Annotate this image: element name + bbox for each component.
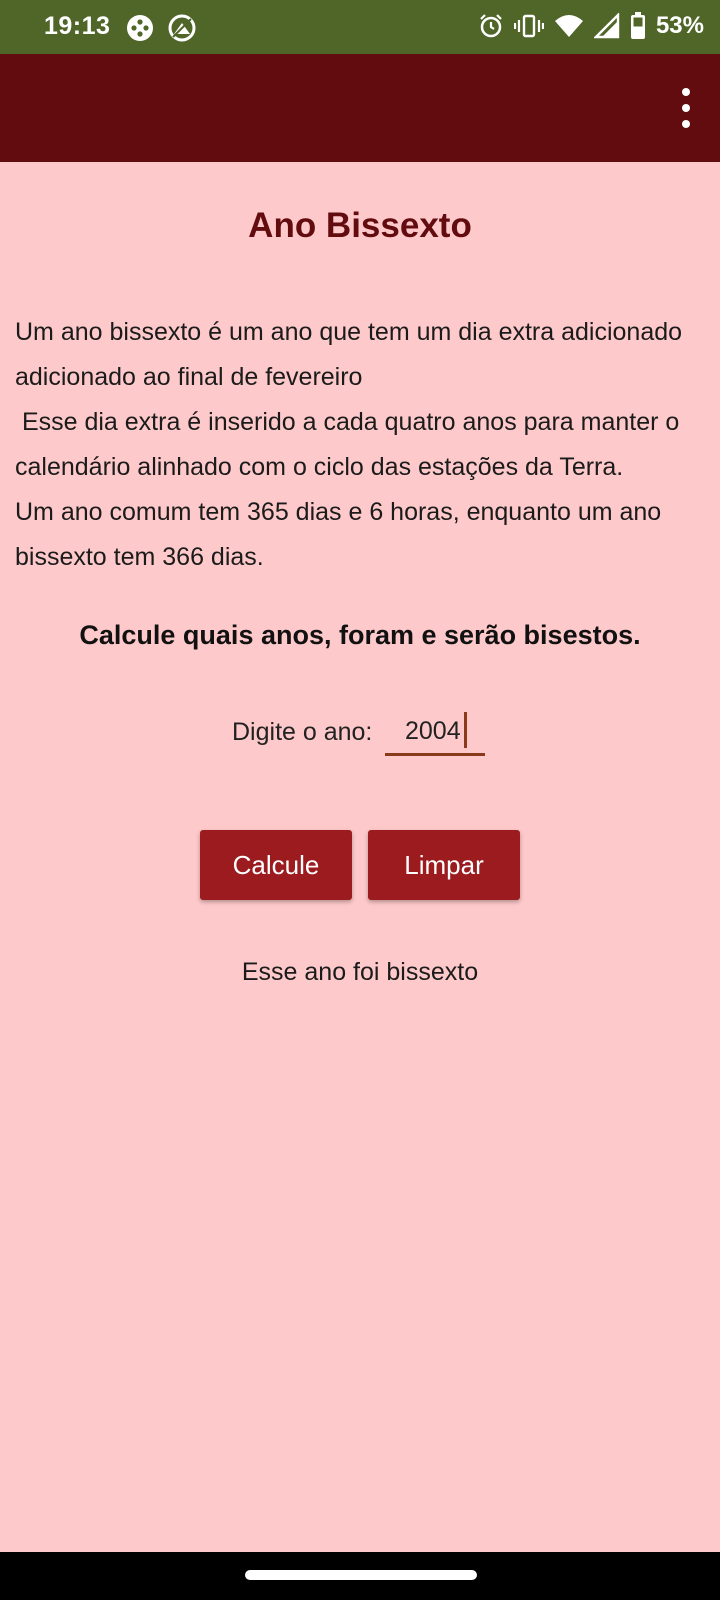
battery-percentage: 53%: [655, 12, 704, 39]
more-vert-icon[interactable]: [674, 88, 698, 128]
status-right-icons: 53%: [478, 12, 704, 40]
signal-icon: [593, 13, 620, 39]
status-time: 19:13: [44, 12, 111, 40]
main-content: Ano Bissexto Um ano bissexto é um ano qu…: [0, 162, 720, 1552]
status-bar: 19:13 53%: [0, 0, 720, 54]
description-line: adicionado ao final de fevereiro: [15, 363, 363, 391]
description-line: Um ano comum tem 365 dias e 6 horas, enq…: [15, 498, 662, 526]
year-input[interactable]: [385, 710, 485, 756]
vibrate-icon: [513, 14, 544, 38]
text-cursor: [464, 712, 467, 748]
battery-icon: [630, 12, 645, 39]
description-line: bissexto tem 366 dias.: [15, 543, 264, 571]
gamepad-icon: [127, 15, 153, 41]
status-left-icons: [126, 14, 196, 42]
calculate-button[interactable]: Calcule: [200, 830, 352, 900]
navigation-bar: [0, 1552, 720, 1600]
page-title: Ano Bissexto: [248, 206, 472, 245]
description-line: Esse dia extra é inserido a cada quatro …: [15, 408, 680, 436]
description-line: calendário alinhado com o ciclo das esta…: [15, 453, 624, 481]
no-entry-icon: [168, 14, 196, 42]
alarm-icon: [480, 14, 502, 38]
result-text: Esse ano foi bissexto: [241, 958, 479, 986]
home-gesture-handle[interactable]: [245, 1570, 477, 1580]
description-line: Um ano bissexto é um ano que tem um dia …: [15, 318, 683, 346]
wifi-icon: [554, 15, 583, 37]
year-input-label: Digite o ano:: [232, 718, 373, 746]
description: Um ano bissexto é um ano que tem um dia …: [15, 310, 715, 580]
subtitle: Calcule quais anos, foram e serão bisest…: [79, 620, 641, 650]
app-bar: [0, 54, 720, 162]
clear-button[interactable]: Limpar: [368, 830, 520, 900]
